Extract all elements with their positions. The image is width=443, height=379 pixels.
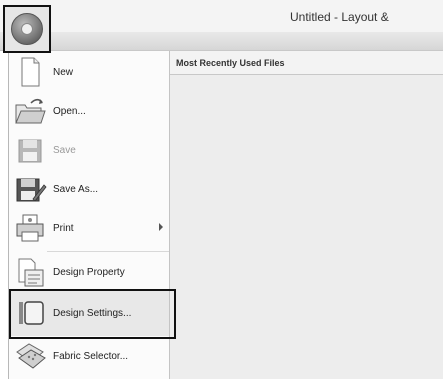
- submenu-arrow-icon: [159, 223, 163, 231]
- menu-item-save-as[interactable]: Save As...: [9, 170, 169, 208]
- menu-item-fabric-selector[interactable]: Fabric Selector...: [9, 337, 169, 375]
- menu-item-fabric-selector-label: Fabric Selector...: [53, 350, 129, 362]
- menu-item-open[interactable]: Open...: [9, 92, 169, 130]
- menu-item-design-property-label: Design Property: [53, 266, 125, 278]
- printer-icon: [16, 214, 44, 242]
- ribbon-strip: [0, 32, 443, 51]
- recent-files-header: Most Recently Used Files: [170, 51, 443, 75]
- recent-files-pane: Most Recently Used Files: [169, 51, 443, 379]
- menu-item-open-label: Open...: [53, 105, 86, 117]
- application-orb-icon: [11, 13, 43, 45]
- title-bar: Untitled - Layout &: [0, 0, 443, 32]
- menu-separator: [47, 251, 169, 252]
- save-disk-icon: [18, 139, 42, 163]
- window-title: Untitled - Layout &: [290, 10, 389, 24]
- fabric-selector-icon: [16, 343, 46, 369]
- menu-item-new[interactable]: New: [9, 53, 169, 91]
- menu-item-save-label: Save: [53, 144, 76, 156]
- menu-item-design-property[interactable]: Design Property: [9, 253, 169, 291]
- new-document-icon: [21, 57, 40, 87]
- menu-item-new-label: New: [53, 66, 74, 78]
- menu-item-print[interactable]: Print: [9, 209, 169, 247]
- save-as-icon: [16, 178, 47, 202]
- design-property-icon: [18, 258, 44, 287]
- menu-item-save-as-label: Save As...: [53, 183, 99, 195]
- open-folder-icon: [15, 99, 46, 124]
- menu-item-save[interactable]: Save: [9, 131, 169, 169]
- application-menu-button[interactable]: [3, 5, 51, 53]
- callout-highlight-box: [9, 289, 176, 339]
- menu-item-print-label: Print: [53, 222, 74, 234]
